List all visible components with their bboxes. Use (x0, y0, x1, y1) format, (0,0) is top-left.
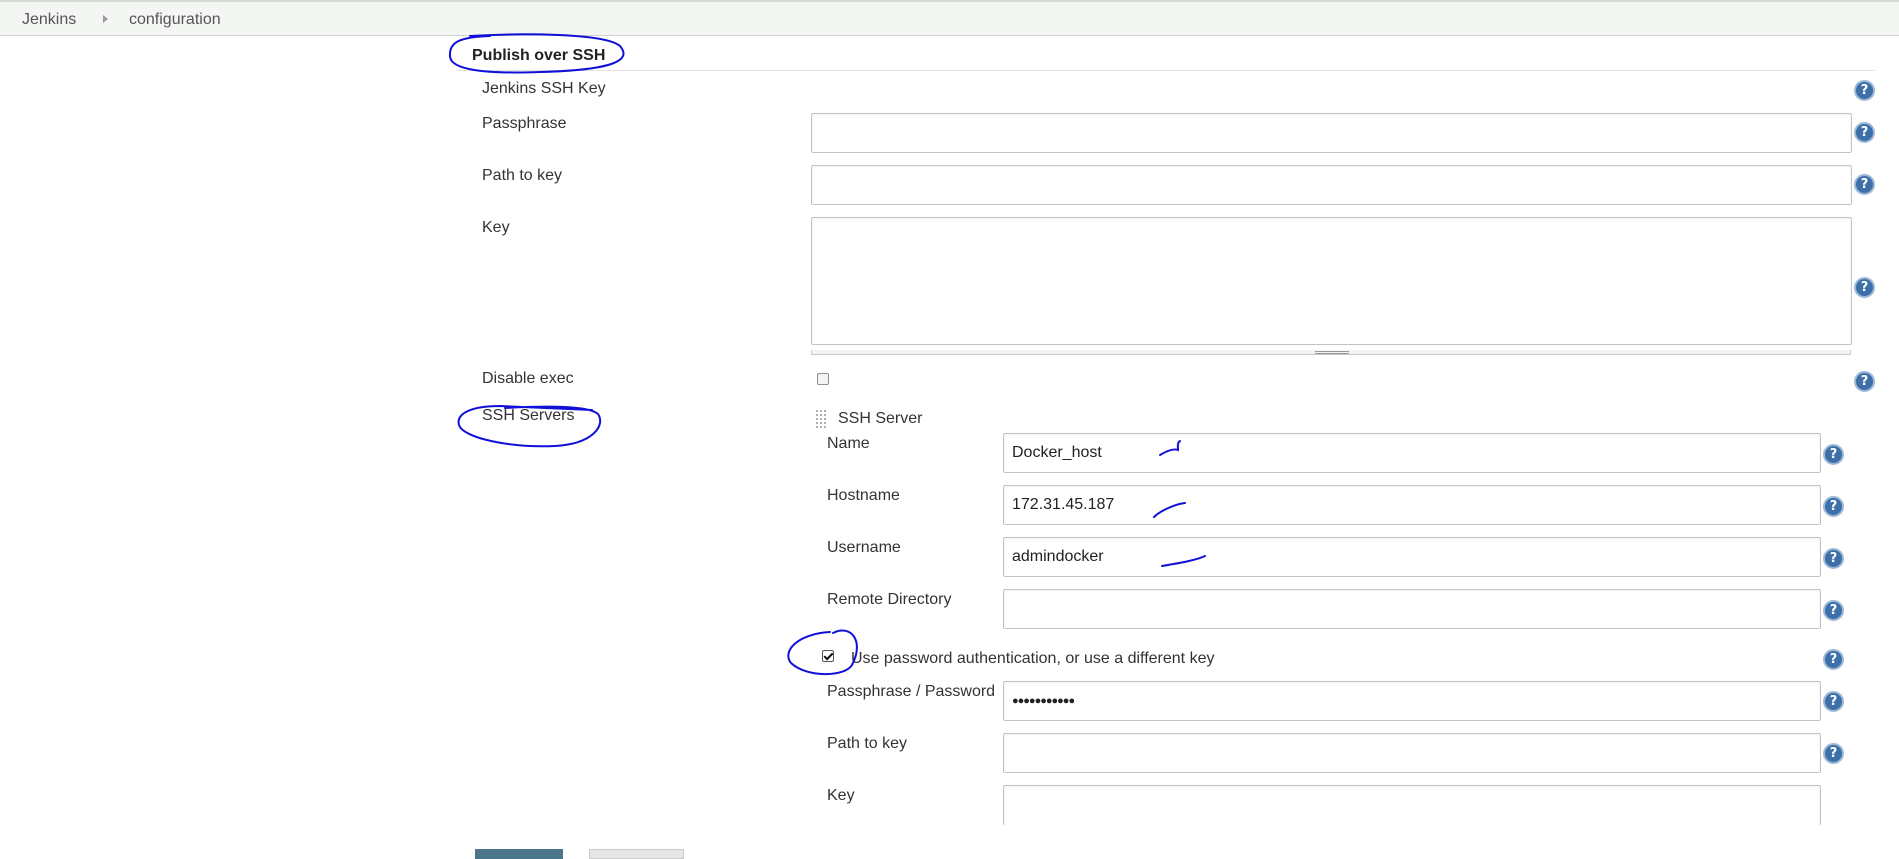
server-path-to-key-label: Path to key (827, 735, 908, 752)
server-name-label: Name (827, 435, 870, 452)
disable-exec-label: Disable exec (482, 370, 574, 387)
use-password-label[interactable]: Use password authentication, or use a di… (851, 650, 1214, 668)
key-label: Key (482, 219, 510, 236)
server-key-textarea[interactable] (1003, 785, 1821, 825)
path-to-key-input[interactable] (811, 165, 1852, 205)
breadcrumb-bar: Jenkins configuration (0, 0, 1899, 36)
passphrase-input[interactable] (811, 113, 1852, 153)
apply-button[interactable] (589, 849, 684, 859)
ssh-server-header: SSH Server (838, 410, 923, 427)
breadcrumb-configuration[interactable]: configuration (129, 11, 221, 29)
help-icon[interactable]: ? (1823, 496, 1844, 517)
help-icon[interactable]: ? (1854, 277, 1875, 298)
resize-grip-icon[interactable] (1315, 351, 1349, 354)
remote-directory-input[interactable] (1003, 589, 1821, 629)
remote-directory-label: Remote Directory (827, 591, 952, 608)
section-divider (458, 70, 1875, 71)
hostname-label: Hostname (827, 487, 900, 504)
jenkins-ssh-key-label: Jenkins SSH Key (482, 80, 606, 97)
save-button[interactable] (475, 849, 563, 859)
help-icon[interactable]: ? (1854, 80, 1875, 101)
help-icon[interactable]: ? (1823, 444, 1844, 465)
server-path-to-key-input[interactable] (1003, 733, 1821, 773)
path-to-key-label: Path to key (482, 167, 563, 184)
help-icon[interactable]: ? (1823, 548, 1844, 569)
passphrase-password-input[interactable] (1003, 681, 1821, 721)
chevron-right-icon (103, 15, 108, 23)
help-icon[interactable]: ? (1854, 371, 1875, 392)
help-icon[interactable]: ? (1823, 743, 1844, 764)
help-icon[interactable]: ? (1823, 691, 1844, 712)
username-label: Username (827, 539, 901, 556)
disable-exec-checkbox[interactable] (817, 373, 829, 385)
server-name-input[interactable] (1003, 433, 1821, 473)
passphrase-label: Passphrase (482, 115, 567, 132)
help-icon[interactable]: ? (1823, 649, 1844, 670)
section-title: Publish over SSH (472, 47, 606, 64)
key-textarea[interactable] (811, 217, 1852, 345)
help-icon[interactable]: ? (1854, 174, 1875, 195)
passphrase-password-label: Passphrase / Password (827, 683, 996, 700)
help-icon[interactable]: ? (1854, 122, 1875, 143)
hostname-input[interactable] (1003, 485, 1821, 525)
drag-handle-icon[interactable] (815, 409, 827, 429)
username-input[interactable] (1003, 537, 1821, 577)
help-icon[interactable]: ? (1823, 600, 1844, 621)
server-key-label: Key (827, 787, 855, 804)
use-password-checkbox[interactable] (822, 650, 834, 662)
ssh-servers-label: SSH Servers (482, 407, 575, 424)
breadcrumb-jenkins[interactable]: Jenkins (22, 11, 76, 29)
